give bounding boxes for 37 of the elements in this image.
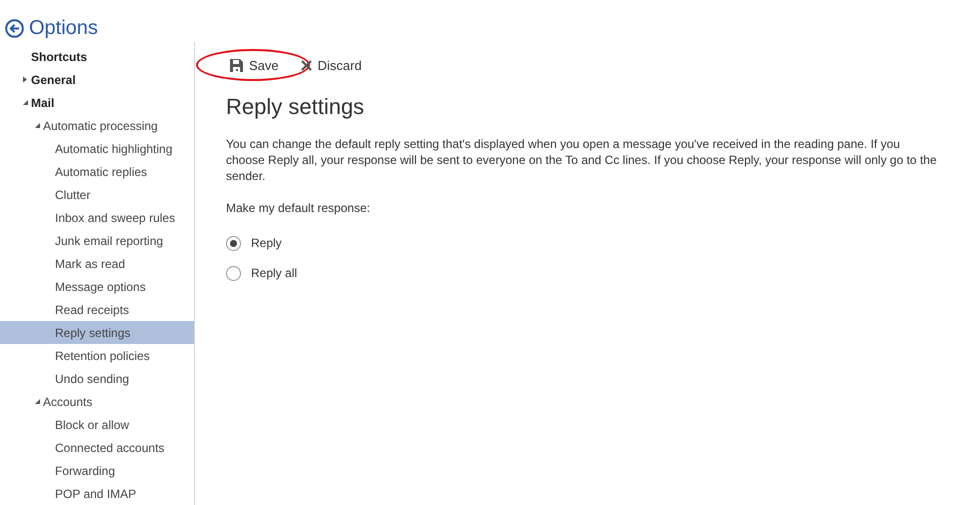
- section-heading: Reply settings: [226, 94, 366, 120]
- save-button[interactable]: Save: [226, 56, 283, 74]
- sidebar-item[interactable]: Mark as read: [0, 252, 194, 275]
- option-label: Reply: [251, 236, 282, 250]
- sidebar-item[interactable]: Retention policies: [0, 344, 194, 367]
- sidebar-item[interactable]: Connected accounts: [0, 436, 194, 459]
- sidebar-item[interactable]: Junk email reporting: [0, 229, 194, 252]
- sidebar-item[interactable]: Undo sending: [0, 367, 194, 390]
- discard-button[interactable]: Discard: [296, 56, 366, 74]
- prompt-text: Make my default response:: [226, 201, 372, 215]
- sidebar-item[interactable]: Message options: [0, 275, 194, 298]
- sidebar-item[interactable]: Automatic highlighting: [0, 137, 194, 160]
- sidebar-item[interactable]: General: [0, 68, 194, 91]
- sidebar-item[interactable]: Reply settings: [0, 321, 194, 344]
- close-icon: [300, 60, 312, 70]
- sidebar-item[interactable]: Accounts: [0, 390, 194, 413]
- radio-option[interactable]: Reply all: [226, 265, 954, 281]
- expanded-arrow-icon[interactable]: [34, 122, 40, 129]
- expanded-arrow-icon[interactable]: [34, 398, 40, 405]
- expanded-arrow-icon[interactable]: [22, 99, 28, 106]
- description-text: You can change the default reply setting that's displayed when you open a message you've received in the reading pane. If you choose Reply all, your response will be sent to everyone on the To and Cc lines. If you choose Reply, your response will only go to the sender.: [226, 136, 938, 184]
- radio-button[interactable]: [226, 266, 241, 280]
- sidebar-item[interactable]: Automatic replies: [0, 160, 194, 183]
- sidebar-item[interactable]: Shortcuts: [0, 45, 194, 68]
- radio-button[interactable]: [226, 236, 241, 250]
- sidebar-item[interactable]: Clutter: [0, 183, 194, 206]
- radio-option[interactable]: Reply: [226, 235, 954, 251]
- sidebar-item[interactable]: Read receipts: [0, 298, 194, 321]
- sidebar-item[interactable]: POP and IMAP: [0, 482, 194, 505]
- sidebar-item[interactable]: Block or allow: [0, 413, 194, 436]
- sidebar-item[interactable]: Automatic processing: [0, 114, 194, 137]
- sidebar-item[interactable]: Forwarding: [0, 459, 194, 482]
- sidebar-item[interactable]: Mail: [0, 91, 194, 114]
- collapsed-arrow-icon[interactable]: [22, 76, 28, 83]
- option-label: Reply all: [251, 266, 298, 280]
- page-title: Options: [29, 17, 98, 40]
- sidebar-item[interactable]: Inbox and sweep rules: [0, 206, 194, 229]
